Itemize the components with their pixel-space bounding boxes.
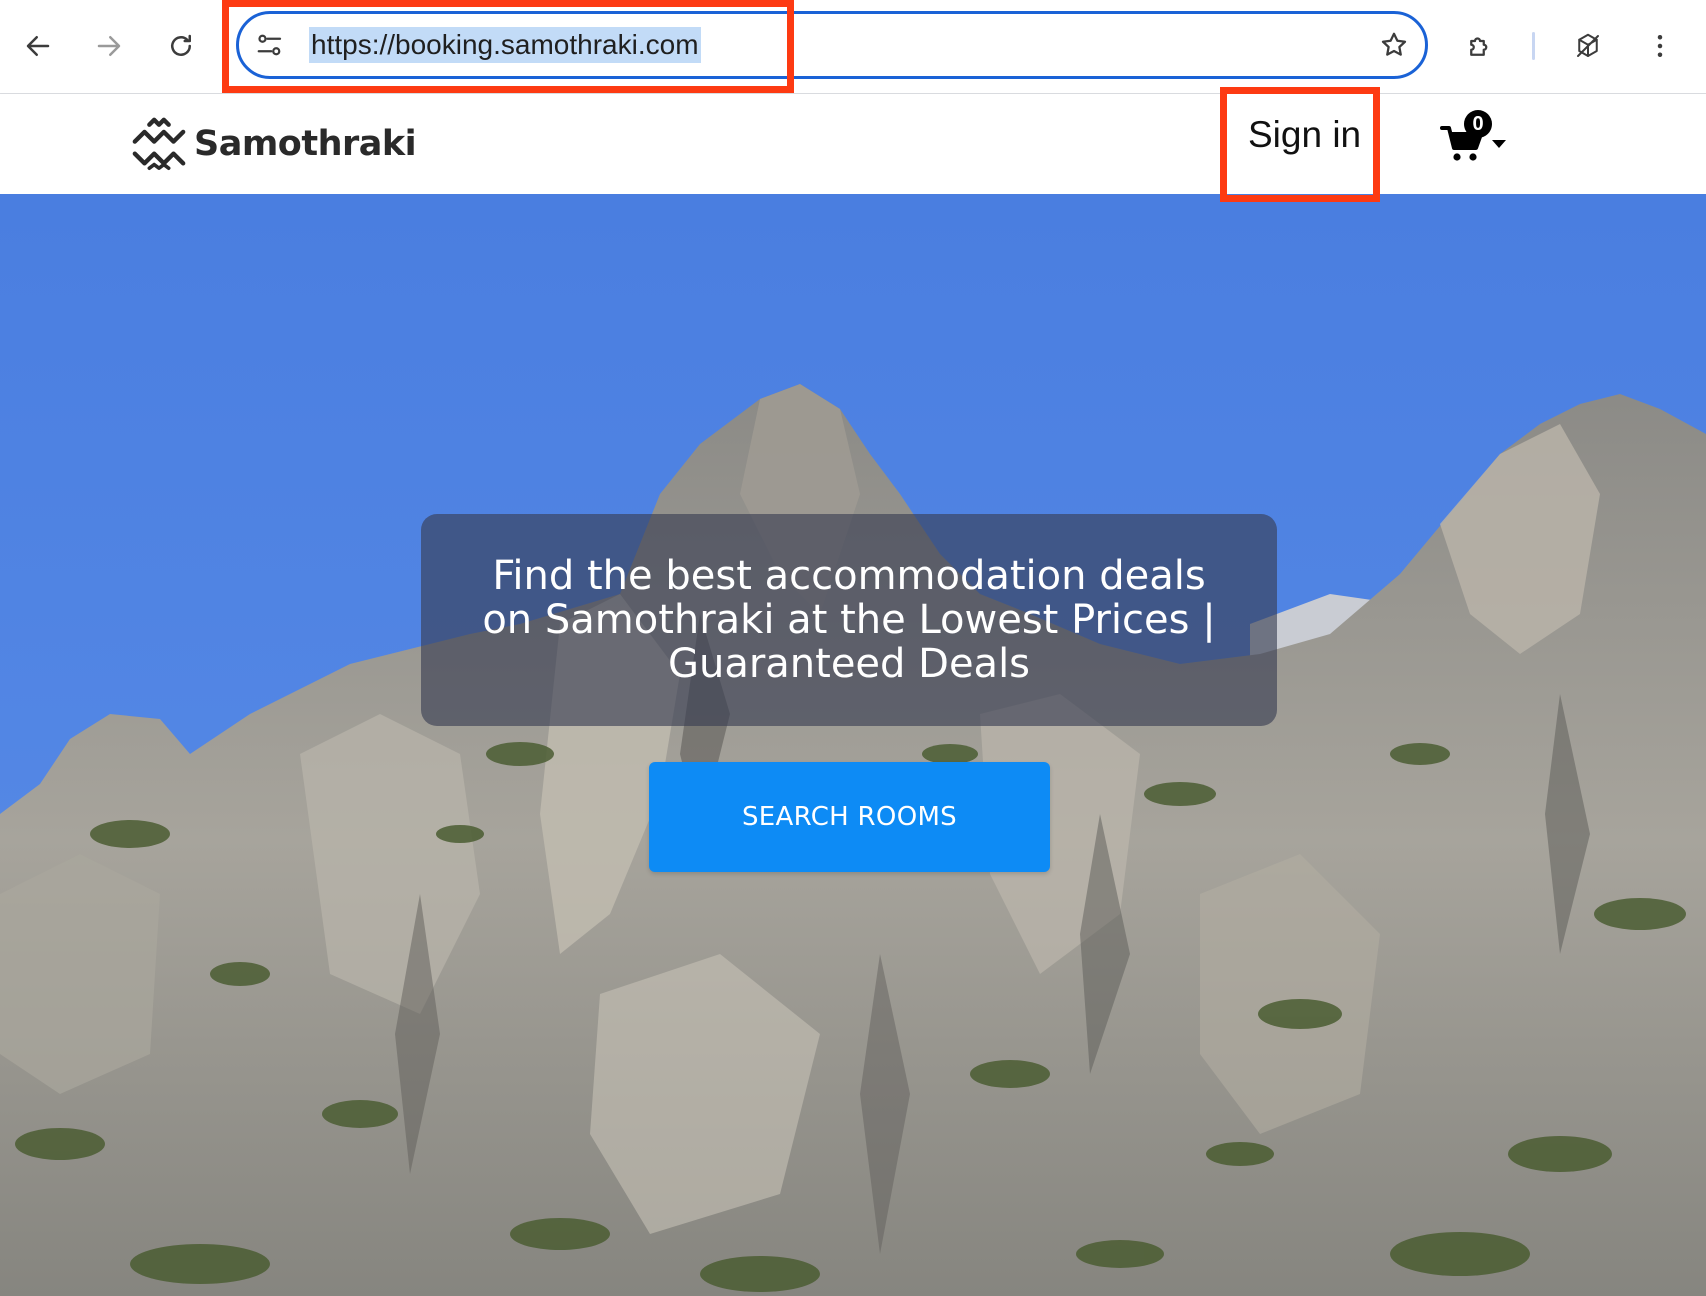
arrow-right-icon <box>97 36 121 56</box>
kebab-menu-icon <box>1657 35 1663 57</box>
address-bar[interactable]: https://booking.samothraki.com <box>236 11 1428 79</box>
url-text[interactable]: https://booking.samothraki.com <box>309 27 701 63</box>
extensions-button[interactable] <box>1456 22 1504 70</box>
hero-mountain-image <box>0 194 1706 1296</box>
cart-button[interactable]: 0 <box>1440 110 1512 170</box>
cube-slash-icon <box>1577 33 1599 57</box>
toolbar-divider <box>1532 32 1535 60</box>
hero-section: Find the best accommodation deals on Sam… <box>0 194 1706 1296</box>
browser-toolbar: https://booking.samothraki.com <box>0 0 1706 94</box>
sign-in-link[interactable]: Sign in <box>1248 114 1361 156</box>
back-button[interactable] <box>14 22 62 70</box>
arrow-left-icon <box>26 36 50 56</box>
star-icon[interactable] <box>1379 30 1409 60</box>
puzzle-icon <box>1470 37 1488 56</box>
reading-mode-button[interactable] <box>1564 22 1612 70</box>
reload-icon <box>171 34 191 56</box>
waves-logo-icon <box>132 117 186 170</box>
reload-button[interactable] <box>157 22 205 70</box>
forward-button[interactable] <box>85 22 133 70</box>
browser-menu-button[interactable] <box>1636 22 1684 70</box>
tune-icon[interactable] <box>255 30 285 60</box>
site-header: Samothraki Sign in 0 <box>0 94 1706 194</box>
caret-down-icon <box>1492 140 1506 148</box>
hero-banner: Find the best accommodation deals on Sam… <box>421 514 1277 726</box>
site-logo[interactable]: Samothraki <box>130 112 417 176</box>
search-rooms-button[interactable]: SEARCH ROOMS <box>649 762 1050 872</box>
logo-text: Samothraki <box>194 124 417 164</box>
cart-count-badge: 0 <box>1464 110 1492 138</box>
hero-title: Find the best accommodation deals on Sam… <box>482 553 1216 687</box>
